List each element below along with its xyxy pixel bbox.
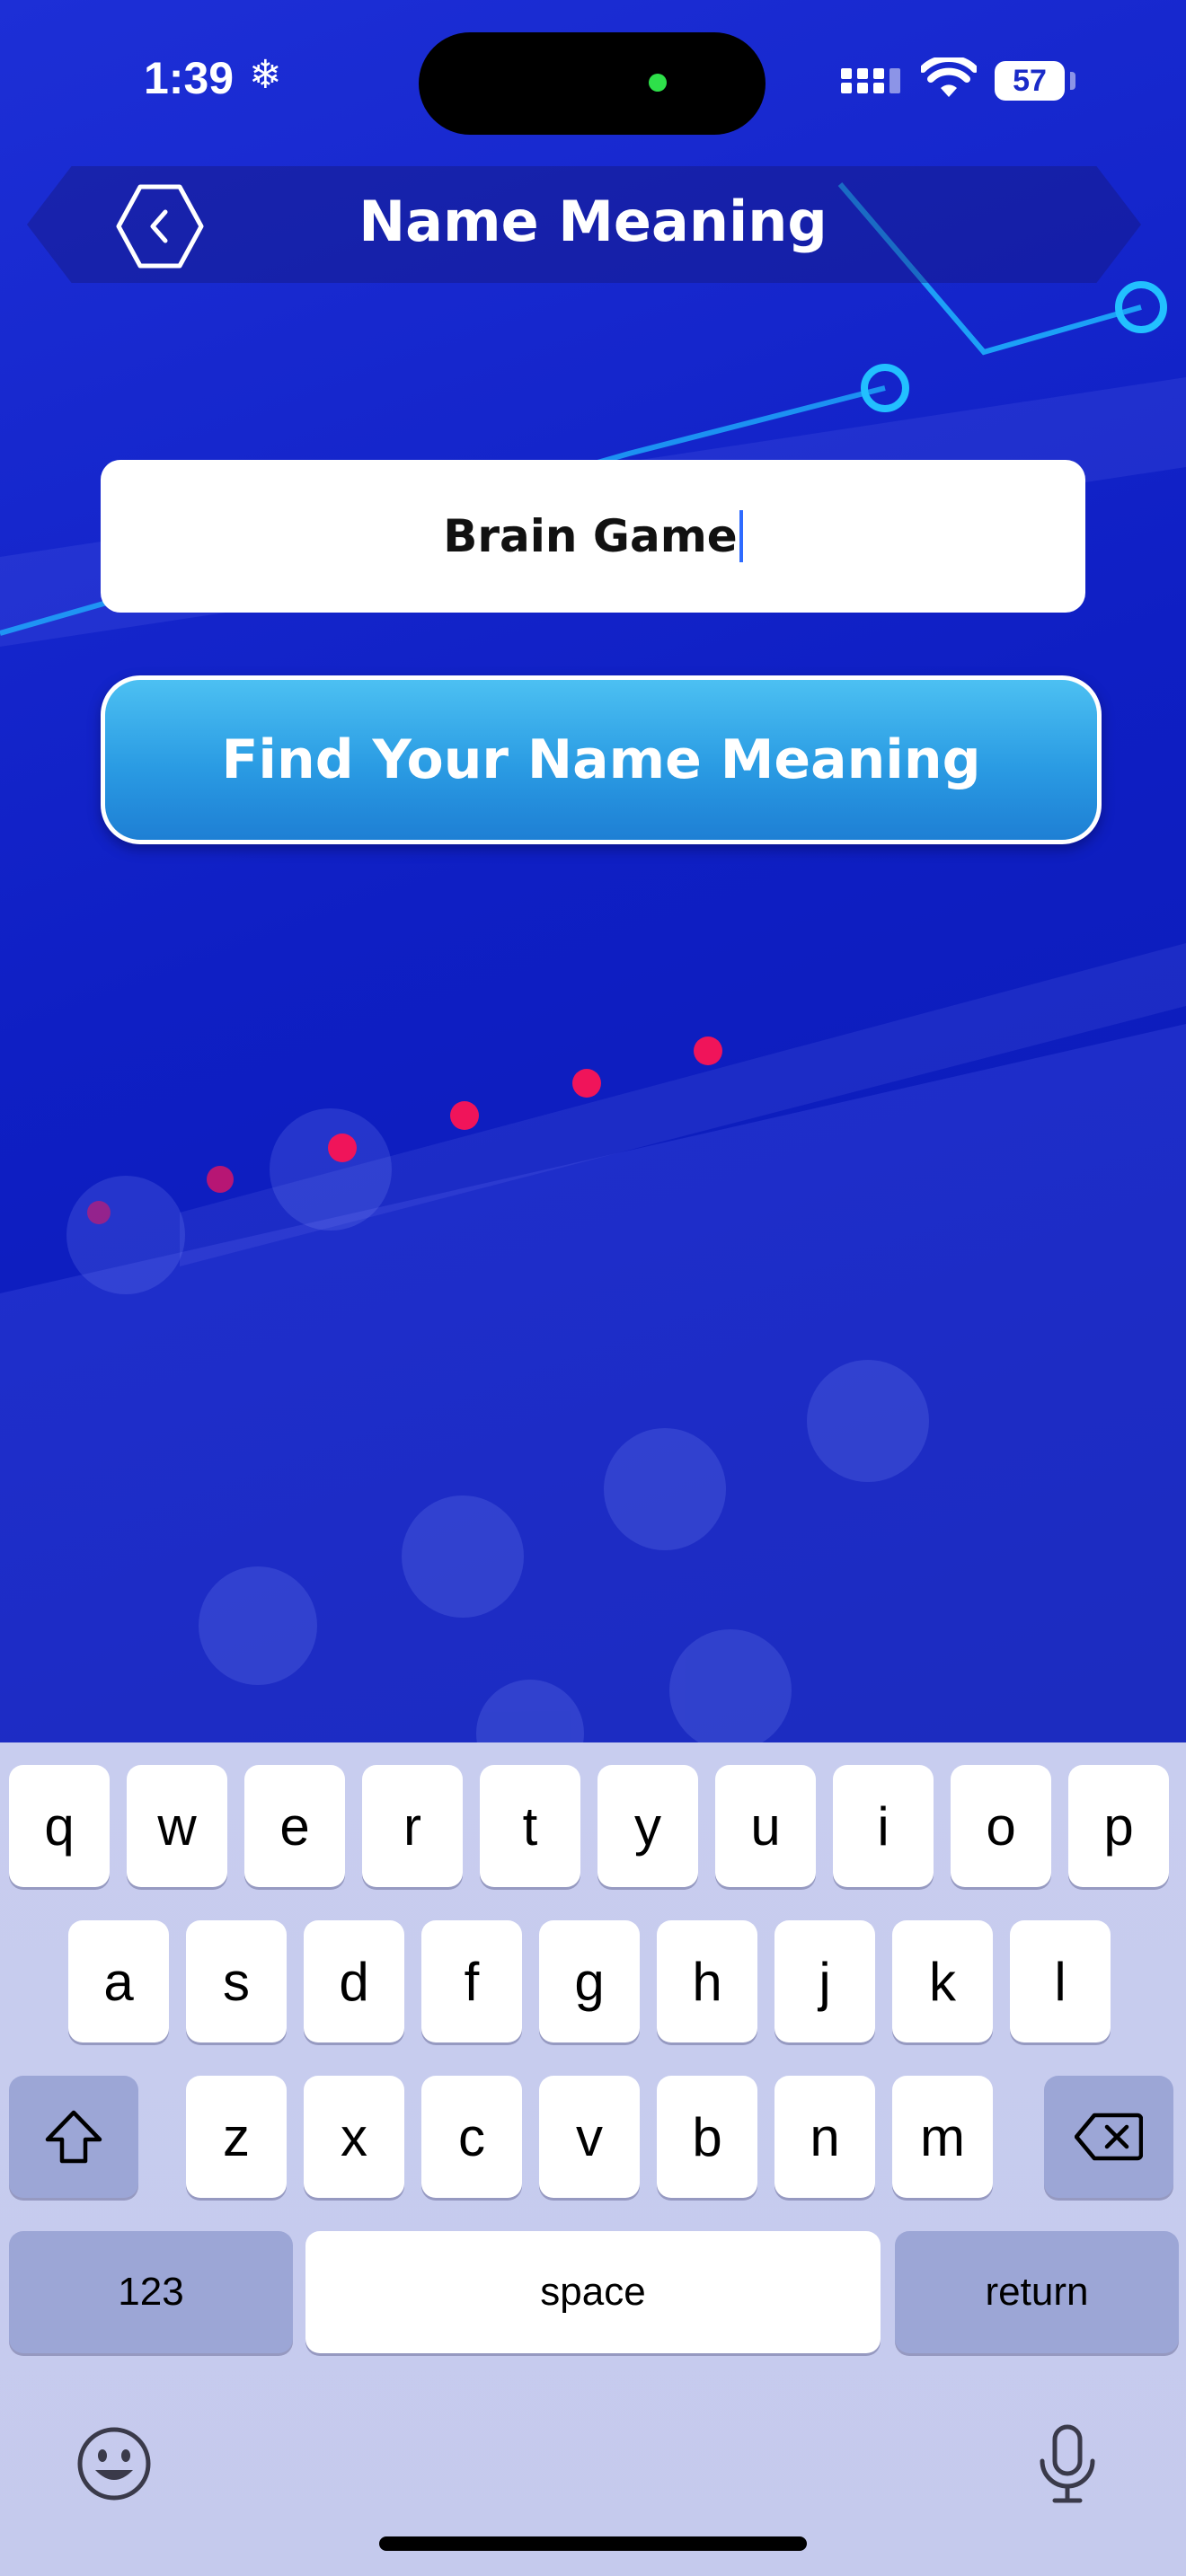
emoji-button[interactable]	[75, 2425, 153, 2506]
key-h[interactable]: h	[657, 1920, 757, 2042]
key-y[interactable]: y	[597, 1765, 698, 1887]
battery-tip	[1070, 72, 1075, 90]
key-o[interactable]: o	[951, 1765, 1051, 1887]
microphone-icon	[1040, 2424, 1095, 2503]
delete-key[interactable]	[1044, 2076, 1173, 2198]
numbers-key[interactable]: 123	[9, 2231, 293, 2353]
key-w[interactable]: w	[127, 1765, 227, 1887]
text-caret	[739, 510, 743, 562]
space-key[interactable]: space	[305, 2231, 881, 2353]
key-k[interactable]: k	[892, 1920, 993, 2042]
find-name-meaning-button[interactable]: Find Your Name Meaning	[101, 675, 1102, 844]
key-l[interactable]: l	[1010, 1920, 1111, 2042]
keyboard: q w e r t y u i o p a s d f g h j k l z …	[0, 1742, 1186, 2576]
key-j[interactable]: j	[774, 1920, 875, 2042]
snowflake-icon: ❄	[249, 52, 282, 98]
key-f[interactable]: f	[421, 1920, 522, 2042]
key-x[interactable]: x	[304, 2076, 404, 2198]
app-screen: 1:39 ❄ 57 Name Meaning Brain Game Find Y…	[0, 0, 1186, 2576]
battery-level: 57	[995, 61, 1065, 101]
key-r[interactable]: r	[362, 1765, 463, 1887]
key-e[interactable]: e	[244, 1765, 345, 1887]
cellular-signal-icon	[841, 68, 900, 93]
dynamic-island	[419, 32, 766, 135]
home-indicator	[379, 2536, 807, 2551]
key-v[interactable]: v	[539, 2076, 640, 2198]
key-d[interactable]: d	[304, 1920, 404, 2042]
key-c[interactable]: c	[421, 2076, 522, 2198]
key-n[interactable]: n	[774, 2076, 875, 2198]
key-a[interactable]: a	[68, 1920, 169, 2042]
name-input[interactable]: Brain Game	[101, 460, 1085, 613]
page-title: Name Meaning	[358, 189, 828, 254]
backspace-icon	[1075, 2113, 1143, 2161]
return-key[interactable]: return	[895, 2231, 1179, 2353]
status-time: 1:39	[144, 53, 235, 103]
key-q[interactable]: q	[9, 1765, 110, 1887]
shift-icon	[45, 2110, 102, 2164]
dictation-button[interactable]	[1033, 2423, 1102, 2510]
shift-key[interactable]	[9, 2076, 138, 2198]
name-input-value: Brain Game	[443, 510, 738, 562]
emoji-icon	[77, 2427, 151, 2501]
camera-indicator-icon	[649, 74, 667, 92]
key-z[interactable]: z	[186, 2076, 287, 2198]
key-t[interactable]: t	[480, 1765, 580, 1887]
key-g[interactable]: g	[539, 1920, 640, 2042]
key-u[interactable]: u	[715, 1765, 816, 1887]
key-s[interactable]: s	[186, 1920, 287, 2042]
wifi-icon	[921, 57, 977, 97]
key-i[interactable]: i	[833, 1765, 934, 1887]
key-b[interactable]: b	[657, 2076, 757, 2198]
key-p[interactable]: p	[1068, 1765, 1169, 1887]
key-m[interactable]: m	[892, 2076, 993, 2198]
